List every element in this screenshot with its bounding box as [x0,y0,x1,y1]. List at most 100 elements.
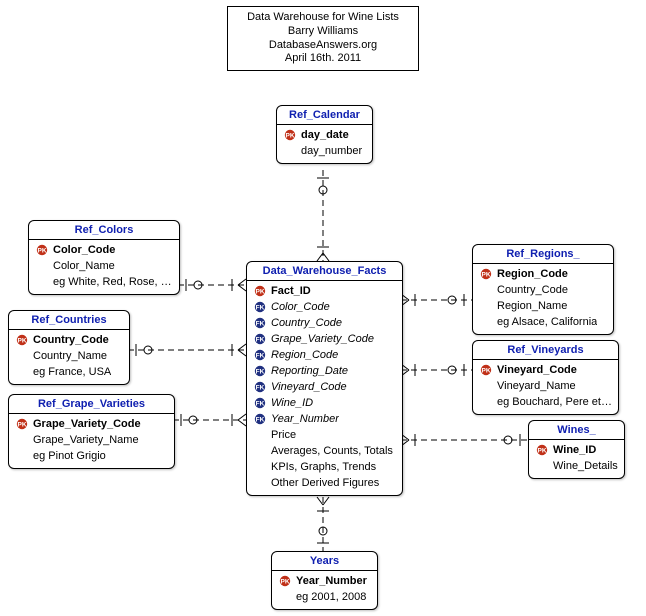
attribute-row: KPIs, Graphs, Trends [253,459,396,475]
attribute-row: Country_Code [479,282,607,298]
entity-body: PK Year_Numbereg 2001, 2008 [272,571,377,609]
fk-key-icon: FK [253,349,267,361]
attribute-row: eg Alsace, California [479,314,607,330]
attribute-row: Grape_Variety_Name [15,432,168,448]
entity-body: PKWine_IDWine_Details [529,440,624,478]
attribute-row: PKday_date [283,127,366,143]
attribute-row: eg France, USA [15,364,123,380]
entity-body: PK Color_CodeColor_Nameeg White, Red, Ros… [29,240,179,294]
fk-key-icon: FK [253,397,267,409]
attribute-label: eg France, USA [33,364,111,380]
attribute-label: Region_Code [271,347,338,363]
attribute-label: Color_Code [53,242,115,258]
attribute-label: Region_Code [497,266,568,282]
pk-key-icon: PK [535,444,549,456]
fk-key-icon: FK [253,365,267,377]
svg-text:FK: FK [256,305,265,312]
attribute-row: Color_Name [35,258,173,274]
pk-key-icon: PK [253,285,267,297]
entity-name: Ref_Regions_ [473,245,613,264]
attribute-label: KPIs, Graphs, Trends [271,459,376,475]
attribute-label: eg Bouchard, Pere et Fils [497,394,612,410]
entity-ref-grape-varieties[interactable]: Ref_Grape_Varieties PK Grape_Variety_Code… [8,394,175,469]
attribute-label: Grape_Variety_Name [33,432,139,448]
attribute-label: Vineyard_Name [497,378,576,394]
pk-key-icon: PK [15,334,29,346]
attribute-row: Price [253,427,396,443]
attribute-row: Region_Name [479,298,607,314]
attribute-row: PK Grape_Variety_Code [15,416,168,432]
entity-name: Ref_Colors [29,221,179,240]
entity-name: Data_Warehouse_Facts [247,262,402,281]
svg-text:PK: PK [17,422,26,429]
diagram-title-box: Data Warehouse for Wine Lists Barry Will… [227,6,419,71]
er-diagram: Data Warehouse for Wine Lists Barry Will… [0,0,646,616]
entity-wines[interactable]: Wines_ PKWine_IDWine_Details [528,420,625,479]
svg-text:FK: FK [256,385,265,392]
entity-body: PK Fact_ID FK Color_Code FK Country_Code FK Gra… [247,281,402,495]
attribute-label: eg White, Red, Rose, N/A [53,274,173,290]
entity-name: Ref_Grape_Varieties [9,395,174,414]
attribute-label: Reporting_Date [271,363,348,379]
attribute-label: day_number [301,143,362,159]
attribute-label: Color_Code [271,299,330,315]
svg-text:PK: PK [537,448,546,455]
svg-text:PK: PK [255,289,264,296]
title-line-2: Barry Williams [238,25,408,39]
entity-ref-calendar[interactable]: Ref_Calendar PKday_dateday_number [276,105,373,164]
attribute-label: Averages, Counts, Totals [271,443,393,459]
entity-body: PK Region_CodeCountry_CodeRegion_Nameeg A… [473,264,613,334]
attribute-label: Fact_ID [271,283,311,299]
attribute-label: Country_Code [33,332,109,348]
attribute-row: Country_Name [15,348,123,364]
attribute-label: Other Derived Figures [271,475,379,491]
attribute-label: Country_Code [497,282,568,298]
entity-name: Ref_Vineyards [473,341,618,360]
attribute-row: FK Region_Code [253,347,396,363]
attribute-row: FK Color_Code [253,299,396,315]
entity-ref-colors[interactable]: Ref_Colors PK Color_CodeColor_Nameeg Whit… [28,220,180,295]
attribute-row: eg White, Red, Rose, N/A [35,274,173,290]
attribute-row: PK Color_Code [35,242,173,258]
attribute-row: PK Country_Code [15,332,123,348]
entity-years[interactable]: Years PK Year_Numbereg 2001, 2008 [271,551,378,610]
attribute-label: Region_Name [497,298,567,314]
attribute-label: Wine_ID [271,395,313,411]
svg-text:FK: FK [256,401,265,408]
fk-key-icon: FK [253,301,267,313]
attribute-row: PKWine_ID [535,442,618,458]
pk-key-icon: PK [278,575,292,587]
attribute-row: eg 2001, 2008 [278,589,371,605]
attribute-row: day_number [283,143,366,159]
attribute-row: eg Bouchard, Pere et Fils [479,394,612,410]
attribute-label: Vineyard_Code [271,379,347,395]
fk-key-icon: FK [253,317,267,329]
attribute-row: Averages, Counts, Totals [253,443,396,459]
entity-name: Years [272,552,377,571]
entity-name: Ref_Calendar [277,106,372,125]
entity-ref-vineyards[interactable]: Ref_Vineyards PKVineyard_CodeVineyard_Na… [472,340,619,415]
entity-ref-regions[interactable]: Ref_Regions_ PK Region_CodeCountry_CodeRe… [472,244,614,335]
pk-key-icon: PK [35,244,49,256]
attribute-label: Year_Number [296,573,367,589]
attribute-label: Price [271,427,296,443]
attribute-label: Country_Code [271,315,342,331]
title-line-1: Data Warehouse for Wine Lists [238,11,408,25]
attribute-row: FK Wine_ID [253,395,396,411]
svg-text:PK: PK [280,579,289,586]
attribute-label: day_date [301,127,349,143]
attribute-label: Grape_Variety_Code [271,331,374,347]
entity-ref-countries[interactable]: Ref_Countries PKCountry_CodeCountry_Name… [8,310,130,385]
svg-text:PK: PK [481,368,490,375]
entity-data-warehouse-facts[interactable]: Data_Warehouse_Facts PK Fact_ID FK Color_Co… [246,261,403,496]
attribute-label: eg Pinot Grigio [33,448,106,464]
svg-text:FK: FK [256,417,265,424]
attribute-row: PK Fact_ID [253,283,396,299]
attribute-label: Grape_Variety_Code [33,416,141,432]
entity-body: PKVineyard_CodeVineyard_Nameeg Bouchard,… [473,360,618,414]
attribute-row: Other Derived Figures [253,475,396,491]
svg-text:PK: PK [481,272,490,279]
entity-body: PKday_dateday_number [277,125,372,163]
title-line-4: April 16th. 2011 [238,52,408,66]
attribute-row: FKYear_Number [253,411,396,427]
